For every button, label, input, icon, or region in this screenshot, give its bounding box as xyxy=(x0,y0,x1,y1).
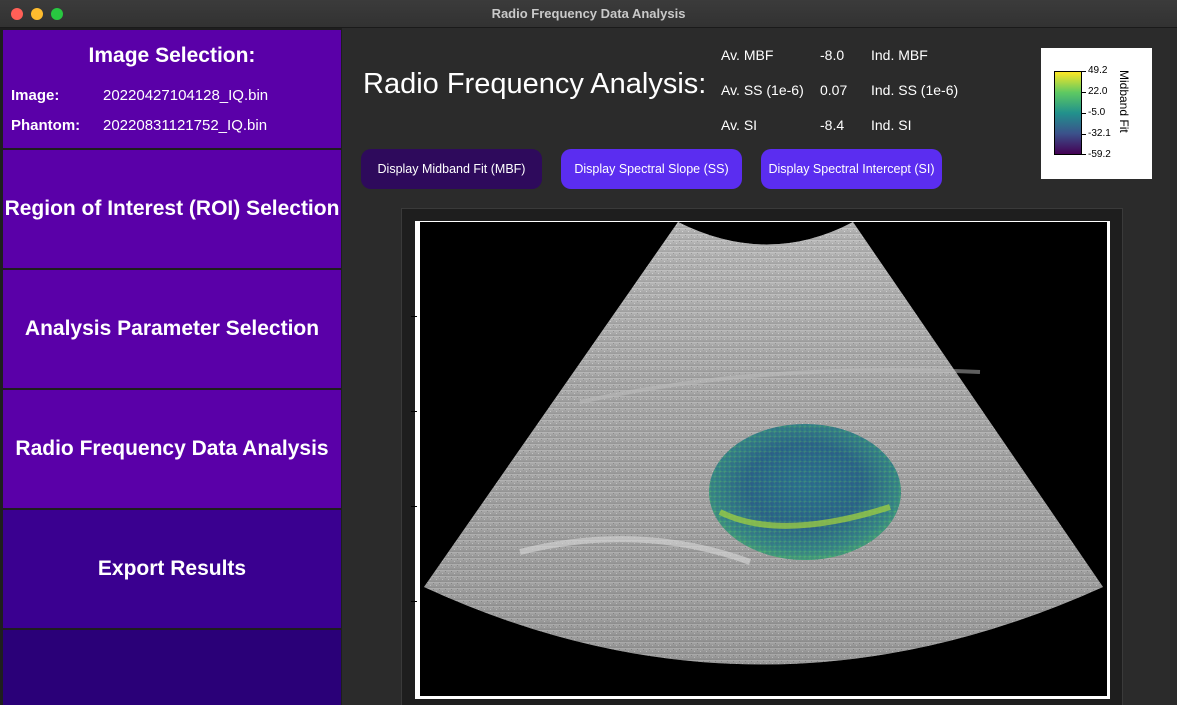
av-si-value: -8.4 xyxy=(820,117,845,133)
ultrasound-svg xyxy=(424,222,1103,665)
colorbar-tick-label: 49.2 xyxy=(1088,65,1108,76)
image-label: Image: xyxy=(11,87,60,104)
colorbar-tick-label: -5.0 xyxy=(1088,107,1106,118)
image-selection-panel[interactable]: Image Selection: Image: 20220427104128_I… xyxy=(3,30,341,148)
colorbar-tick xyxy=(1082,71,1086,72)
colorbar-tick xyxy=(1082,113,1086,114)
ultrasound-plot xyxy=(411,221,1110,699)
y-axis-tick xyxy=(411,316,417,317)
av-mbf-value: -8.0 xyxy=(820,47,845,63)
sidebar: Image Selection: Image: 20220427104128_I… xyxy=(0,28,342,705)
page-title: Radio Frequency Analysis: xyxy=(363,68,707,100)
display-ss-button[interactable]: Display Spectral Slope (SS) xyxy=(561,149,742,189)
display-si-button[interactable]: Display Spectral Intercept (SI) xyxy=(761,149,942,189)
colorbar-tick-label: -59.2 xyxy=(1088,149,1111,160)
image-row: Image: 20220427104128_IQ.bin xyxy=(11,87,268,104)
window-titlebar: Radio Frequency Data Analysis xyxy=(0,0,1177,28)
ind-mbf-label: Ind. MBF xyxy=(871,47,928,63)
rf-data-analysis-button[interactable]: Radio Frequency Data Analysis xyxy=(3,390,341,508)
sidebar-empty-panel xyxy=(3,630,341,705)
av-ss-value: 0.07 xyxy=(820,82,848,98)
colorbar-tick xyxy=(1082,92,1086,93)
av-si-label: Av. SI xyxy=(721,117,758,133)
roi-selection-button[interactable]: Region of Interest (ROI) Selection xyxy=(3,150,341,268)
ind-si-label: Ind. SI xyxy=(871,117,912,133)
phantom-row: Phantom: 20220831121752_IQ.bin xyxy=(11,117,267,134)
colorbar-tick-label: -32.1 xyxy=(1088,128,1111,139)
y-axis-tick xyxy=(411,506,417,507)
av-mbf-label: Av. MBF xyxy=(721,47,774,63)
ultrasound-frame xyxy=(401,208,1123,705)
ind-ss-label: Ind. SS (1e-6) xyxy=(871,82,959,98)
colorbar-legend: 49.2 22.0 -5.0 -32.1 -59.2 Midband Fit xyxy=(1041,48,1152,179)
colorbar-gradient xyxy=(1054,71,1082,155)
image-filename: 20220427104128_IQ.bin xyxy=(103,87,269,104)
y-axis-tick xyxy=(411,601,417,602)
av-ss-label: Av. SS (1e-6) xyxy=(721,82,804,98)
colorbar-tick xyxy=(1082,154,1086,155)
phantom-filename: 20220831121752_IQ.bin xyxy=(103,117,268,134)
colorbar-title: Midband Fit xyxy=(1117,70,1131,133)
image-selection-title: Image Selection: xyxy=(88,44,256,67)
colorbar-tick xyxy=(1082,134,1086,135)
ultrasound-image[interactable] xyxy=(420,222,1107,696)
phantom-label: Phantom: xyxy=(11,117,81,134)
main-content: Radio Frequency Analysis: Av. MBF -8.0 I… xyxy=(342,28,1177,705)
y-axis-tick xyxy=(411,411,417,412)
export-results-button[interactable]: Export Results xyxy=(3,510,341,628)
display-mbf-button[interactable]: Display Midband Fit (MBF) xyxy=(361,149,542,189)
colorbar-tick-label: 22.0 xyxy=(1088,86,1108,97)
window-title: Radio Frequency Data Analysis xyxy=(491,6,686,21)
analysis-parameter-button[interactable]: Analysis Parameter Selection xyxy=(3,270,341,388)
